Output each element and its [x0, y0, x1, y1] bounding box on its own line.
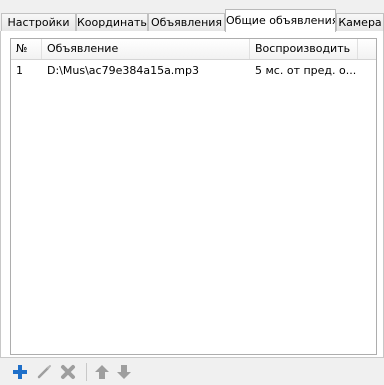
- bottom-toolbar: [0, 360, 384, 385]
- edit-button[interactable]: [33, 361, 55, 383]
- column-header-play[interactable]: Воспроизводить: [250, 39, 358, 59]
- tab-camera[interactable]: Камера: [336, 13, 384, 31]
- tab-announcements[interactable]: Объявления: [148, 13, 225, 31]
- row-announcement-file: D:\Mus\ac79e384a15a.mp3: [47, 64, 200, 77]
- tab-coordinates[interactable]: Координаты: [76, 13, 148, 31]
- tab-panel: № Объявление Воспроизводить 1 D:\Mus\ac7…: [0, 31, 384, 358]
- tab-bar: Настройки Координаты Объявления Общие об…: [0, 0, 384, 32]
- column-header-announcement[interactable]: Объявление: [42, 39, 250, 59]
- move-up-icon: [95, 365, 109, 379]
- edit-icon: [37, 365, 51, 379]
- add-button[interactable]: [9, 361, 31, 383]
- column-header-number[interactable]: №: [11, 39, 42, 59]
- tab-common-announcements[interactable]: Общие объявления: [225, 9, 336, 32]
- row-play-timing: 5 мс. от пред. о...: [255, 64, 357, 77]
- row-number: 1: [16, 64, 23, 77]
- announcements-table[interactable]: № Объявление Воспроизводить 1 D:\Mus\ac7…: [10, 38, 377, 355]
- table-header: № Объявление Воспроизводить: [11, 39, 376, 60]
- tab-settings[interactable]: Настройки: [1, 13, 76, 31]
- toolbar-separator: [86, 363, 87, 381]
- move-up-button[interactable]: [91, 361, 113, 383]
- table-row[interactable]: 1 D:\Mus\ac79e384a15a.mp3 5 мс. от пред.…: [11, 62, 376, 80]
- delete-icon: [61, 365, 75, 379]
- move-down-icon: [117, 365, 131, 379]
- move-down-button[interactable]: [113, 361, 135, 383]
- add-icon: [13, 365, 27, 379]
- delete-button[interactable]: [57, 361, 79, 383]
